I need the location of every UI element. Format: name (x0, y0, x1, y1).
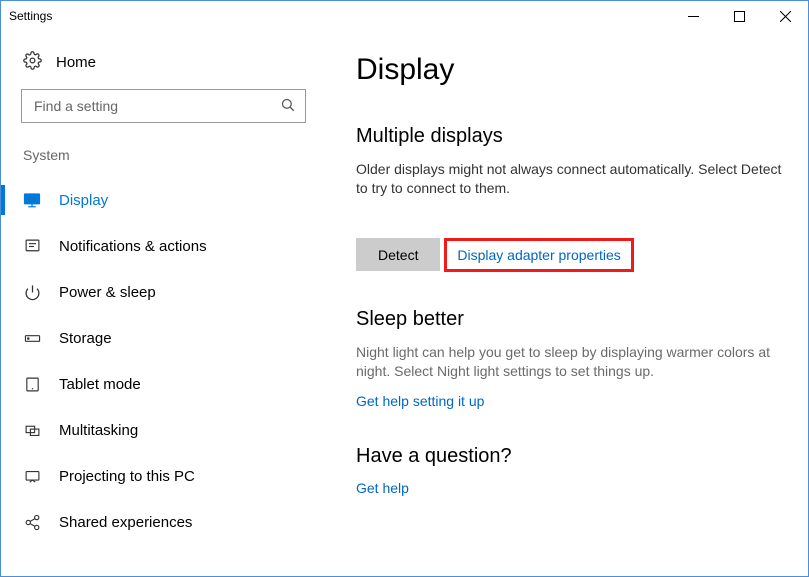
gear-icon (23, 51, 42, 73)
sidebar-item-label: Multitasking (59, 422, 138, 439)
page-title: Display (356, 53, 788, 87)
multiple-displays-heading: Multiple displays (356, 125, 788, 148)
sidebar-item-display[interactable]: Display (1, 177, 326, 223)
sidebar-item-notifications[interactable]: Notifications & actions (1, 223, 326, 269)
content-area: Home System Display Notifications & acti… (1, 31, 808, 576)
get-help-link[interactable]: Get help (356, 480, 409, 496)
minimize-button[interactable] (670, 1, 716, 31)
notifications-icon (23, 238, 41, 255)
multiple-displays-desc: Older displays might not always connect … (356, 160, 788, 198)
search-box[interactable] (21, 89, 306, 123)
sidebar-item-label: Power & sleep (59, 284, 156, 301)
sidebar-item-tablet-mode[interactable]: Tablet mode (1, 361, 326, 407)
sidebar-item-storage[interactable]: Storage (1, 315, 326, 361)
titlebar: Settings (1, 1, 808, 31)
sidebar-section-label: System (1, 147, 326, 177)
display-adapter-properties-link[interactable]: Display adapter properties (457, 247, 620, 263)
sidebar-item-label: Tablet mode (59, 376, 141, 393)
search-icon (280, 97, 295, 115)
minimize-icon (688, 11, 699, 22)
home-button[interactable]: Home (1, 43, 326, 89)
sleep-help-link[interactable]: Get help setting it up (356, 393, 484, 409)
sidebar-item-multitasking[interactable]: Multitasking (1, 407, 326, 453)
sidebar-item-projecting[interactable]: Projecting to this PC (1, 453, 326, 499)
sleep-better-heading: Sleep better (356, 308, 788, 331)
main-panel: Display Multiple displays Older displays… (326, 31, 808, 576)
sidebar-item-label: Storage (59, 330, 112, 347)
projecting-icon (23, 468, 41, 485)
sidebar-item-label: Shared experiences (59, 514, 192, 531)
close-button[interactable] (762, 1, 808, 31)
sleep-better-desc: Night light can help you get to sleep by… (356, 343, 788, 381)
sidebar-item-label: Display (59, 192, 108, 209)
sidebar: Home System Display Notifications & acti… (1, 31, 326, 576)
display-icon (23, 191, 41, 209)
shared-icon (23, 514, 41, 531)
sidebar-item-shared-experiences[interactable]: Shared experiences (1, 499, 326, 545)
window-title: Settings (9, 9, 52, 23)
sidebar-item-label: Projecting to this PC (59, 468, 195, 485)
sidebar-item-label: Notifications & actions (59, 238, 207, 255)
close-icon (780, 11, 791, 22)
power-icon (23, 284, 41, 301)
sidebar-item-power-sleep[interactable]: Power & sleep (1, 269, 326, 315)
highlight-annotation: Display adapter properties (444, 238, 633, 272)
multitasking-icon (23, 422, 41, 439)
question-heading: Have a question? (356, 445, 788, 468)
search-input[interactable] (32, 97, 280, 115)
detect-button[interactable]: Detect (356, 238, 440, 271)
maximize-icon (734, 11, 745, 22)
home-label: Home (56, 54, 96, 71)
maximize-button[interactable] (716, 1, 762, 31)
storage-icon (23, 330, 41, 347)
tablet-icon (23, 376, 41, 393)
